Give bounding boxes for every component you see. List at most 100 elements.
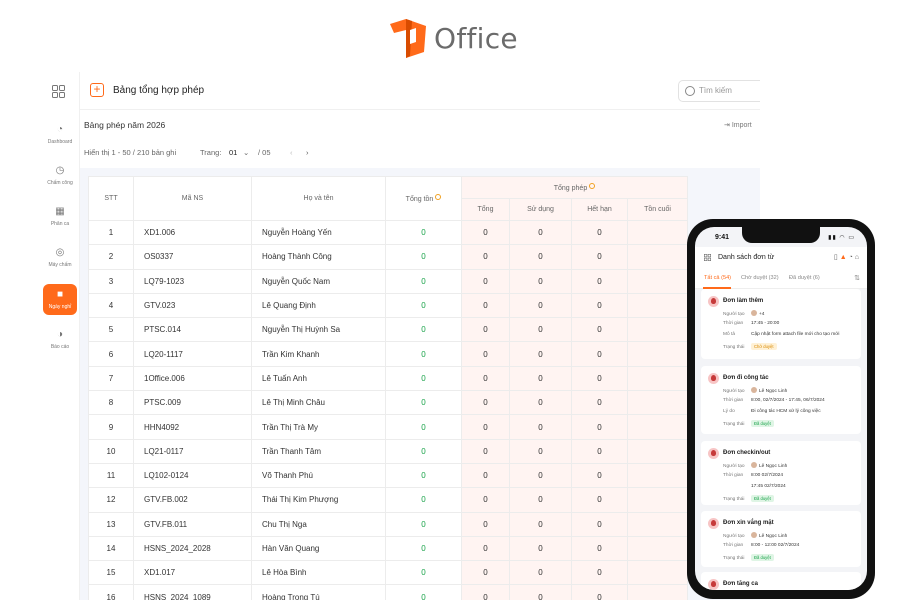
- request-card[interactable]: Đơn checkin/out Người tạo Lê Ngọc Linh Thời…: [701, 441, 861, 505]
- request-card[interactable]: Đơn đi công tác Người tạo Lê Ngọc Linh Thời…: [701, 366, 861, 434]
- cell-expired: 0: [571, 511, 628, 537]
- table-row[interactable]: 1 XD1.006 Nguyễn Hoàng Yến 0 0 0 0: [88, 219, 688, 246]
- table-row[interactable]: 8 PTSC.009 Lê Thị Minh Châu 0 0 0 0: [88, 390, 688, 416]
- avatar: [708, 448, 719, 459]
- import-button[interactable]: ⇥ Import: [724, 121, 752, 129]
- record-summary: Hiển thị 1 - 50 / 210 bản ghi: [84, 148, 177, 157]
- table-row[interactable]: 16 HSNS_2024_1089 Hoàng Trọng Tú 0 0 0 0: [88, 584, 688, 600]
- table-row[interactable]: 3 LQ79-1023 Nguyễn Quốc Nam 0 0 0 0: [88, 268, 688, 294]
- page-title: Bảng tổng hợp phép: [113, 85, 205, 96]
- cell-total-remaining: 0: [385, 317, 462, 343]
- cell-code: LQ20-1117: [133, 341, 252, 367]
- cell-total: 0: [461, 584, 510, 600]
- home-icon[interactable]: ⌂: [855, 254, 859, 261]
- cell-used: 0: [509, 511, 572, 537]
- field-value: 8:00 - 12:00 02/7/2024: [751, 543, 800, 548]
- request-field: Thời gian 8:00 - 12:00 02/7/2024: [723, 543, 799, 548]
- field-label: Thời gian: [723, 321, 744, 326]
- avatar: [708, 296, 719, 307]
- filter-icon[interactable]: ⇅: [854, 274, 860, 282]
- cell-total-remaining: 0: [385, 560, 462, 586]
- field-label: Thời gian: [723, 398, 744, 403]
- cell-name: Trần Thanh Tâm: [251, 438, 386, 464]
- table-row[interactable]: 4 GTV.023 Lê Quang Định 0 0 0 0: [88, 292, 688, 319]
- request-card[interactable]: Đơn tăng ca: [701, 572, 861, 590]
- table-row[interactable]: 6 LQ20-1117 Trần Kim Khanh 0 0 0 0: [88, 341, 688, 367]
- request-field: Trạng thái Đã duyệt: [723, 554, 774, 561]
- fingerprint-icon: ◎: [55, 247, 65, 258]
- dashboard-icon: ◔: [56, 124, 64, 135]
- cell-total: 0: [461, 268, 510, 294]
- avatar: [708, 373, 719, 384]
- table-row[interactable]: 5 PTSC.014 Nguyễn Thị Huỳnh Sa 0 0 0 0: [88, 317, 688, 343]
- search-icon: [685, 86, 695, 96]
- cell-end-remaining: [627, 560, 688, 586]
- table-row[interactable]: 11 LQ102-0124 Võ Thanh Phú 0 0 0 0: [88, 462, 688, 489]
- tab-approved[interactable]: Đã duyệt (6): [789, 275, 820, 281]
- cell-expired: 0: [571, 341, 628, 367]
- cell-name: Trần Kim Khanh: [251, 341, 386, 367]
- bell-icon[interactable]: ◔: [849, 254, 853, 261]
- chevron-left-icon[interactable]: ‹: [290, 148, 293, 157]
- request-card[interactable]: Đơn làm thêm Người tạo +4 Thời gian 17:45 - …: [701, 289, 861, 359]
- table-row[interactable]: 10 LQ21-0117 Trần Thanh Tâm 0 0 0 0: [88, 438, 688, 464]
- cell-total: 0: [461, 487, 510, 513]
- cell-code: 1Office.006: [133, 365, 252, 392]
- bookmark-icon[interactable]: ▯: [834, 254, 838, 261]
- cell-stt: 13: [88, 511, 134, 537]
- sidebar-item-shifts[interactable]: ▦ Phân ca: [40, 206, 80, 227]
- chevron-right-icon[interactable]: ›: [306, 148, 309, 157]
- col-stt: STT: [88, 176, 134, 221]
- table-row[interactable]: 12 GTV.FB.002 Thái Thị Kim Phượng 0 0 0 0: [88, 487, 688, 513]
- request-field: 17:45 02/7/2024: [723, 484, 786, 489]
- cell-total-remaining: 0: [385, 244, 462, 270]
- sub-header: Bảng phép năm 2026 ⇥ Import ⇥: [80, 110, 760, 140]
- cell-expired: 0: [571, 438, 628, 464]
- table-row[interactable]: 14 HSNS_2024_2028 Hàn Văn Quang 0 0 0 0: [88, 535, 688, 562]
- table-row[interactable]: 15 XD1.017 Lê Hòa Bình 0 0 0 0: [88, 560, 688, 586]
- leave-icon: ■: [56, 289, 64, 300]
- request-field: Thời gian 8:00, 02/7/2024 - 17:45, 06/7/2…: [723, 398, 825, 403]
- cell-name: Hoàng Thành Công: [251, 244, 386, 270]
- cell-used: 0: [509, 219, 572, 246]
- field-label: Người tạo: [723, 389, 745, 394]
- request-card[interactable]: Đơn xin vắng mặt Người tạo Lê Ngọc Linh Thờ…: [701, 511, 861, 567]
- cell-total-remaining: 0: [385, 584, 462, 600]
- table-row[interactable]: 13 GTV.FB.011 Chu Thị Nga 0 0 0 0: [88, 511, 688, 537]
- sidebar-item-devices[interactable]: ◎ Máy chấm: [40, 247, 80, 268]
- table-row[interactable]: 7 1Office.006 Lê Tuấn Anh 0 0 0 0: [88, 365, 688, 392]
- cell-code: HSNS_2024_1089: [133, 584, 252, 600]
- cell-code: LQ102-0124: [133, 462, 252, 489]
- cell-name: Hàn Văn Quang: [251, 535, 386, 562]
- cell-end-remaining: [627, 268, 688, 294]
- cell-name: Thái Thị Kim Phượng: [251, 487, 386, 513]
- cell-total: 0: [461, 365, 510, 392]
- search-input[interactable]: Tìm kiếm: [678, 80, 760, 102]
- apps-grid-icon[interactable]: [52, 85, 65, 98]
- table-row[interactable]: 2 OS0337 Hoàng Thành Công 0 0 0 0: [88, 244, 688, 270]
- field-label: Thời gian: [723, 543, 744, 548]
- phone-mockup: 9:41 ▮▮ ◠ ▭ Danh sách đơn từ ▯ ▲ ◔ ⌂ Tất…: [687, 219, 875, 599]
- cell-total: 0: [461, 414, 510, 440]
- add-button[interactable]: +: [90, 83, 104, 97]
- tab-pending[interactable]: Chờ duyệt (32): [741, 275, 779, 281]
- tab-all[interactable]: Tất cả (54): [704, 275, 731, 281]
- field-label: Trạng thái: [723, 497, 745, 502]
- sidebar-item-reports[interactable]: ◑ Báo cáo: [40, 329, 80, 350]
- creator-avatar: [751, 532, 757, 538]
- sidebar-item-timekeeping[interactable]: ◷ Chấm công: [40, 165, 80, 186]
- request-field: Trạng thái Chờ duyệt: [723, 343, 777, 350]
- cell-stt: 8: [88, 390, 134, 416]
- cell-code: OS0337: [133, 244, 252, 270]
- table-row[interactable]: 9 HHN4092 Trần Thị Trà My 0 0 0 0: [88, 414, 688, 440]
- sidebar-item-leave[interactable]: ■ Ngày nghỉ: [43, 284, 77, 315]
- cell-stt: 11: [88, 462, 134, 489]
- sidebar-item-dashboard[interactable]: ◔ Dashboard: [40, 124, 80, 145]
- request-field: Người tạo Lê Ngọc Linh: [723, 387, 787, 394]
- chevron-down-icon[interactable]: ⌄: [243, 148, 249, 157]
- phone-time: 9:41: [715, 234, 730, 241]
- page-select[interactable]: 01: [229, 148, 237, 157]
- cell-stt: 9: [88, 414, 134, 440]
- fire-icon[interactable]: ▲: [840, 254, 847, 261]
- apps-grid-icon[interactable]: [704, 254, 711, 261]
